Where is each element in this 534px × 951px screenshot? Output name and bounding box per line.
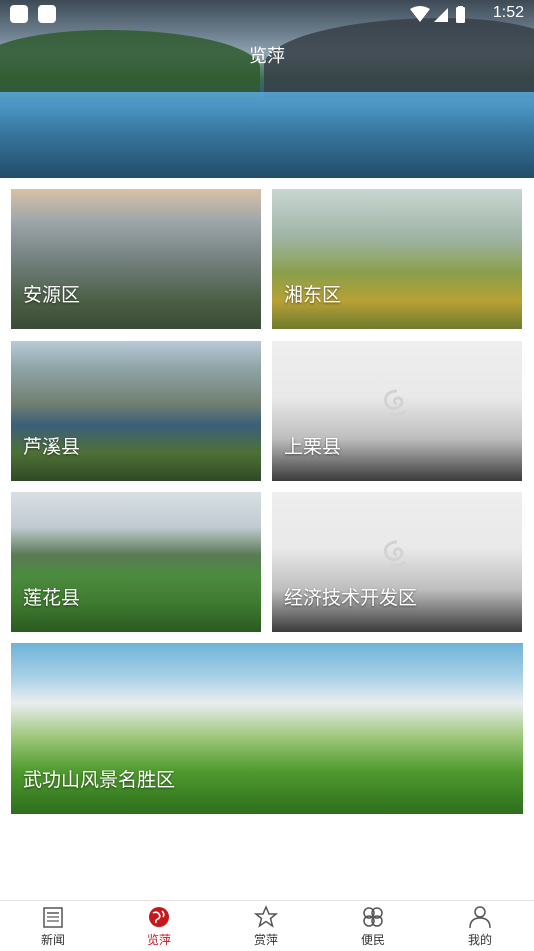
globe-icon	[149, 907, 169, 927]
status-bar: 1:52	[0, 0, 534, 28]
star-icon	[254, 905, 278, 928]
nav-label: 赏萍	[253, 933, 278, 947]
bottom-nav: 新闻 览萍 赏萍 便民 我的	[0, 900, 534, 951]
notification-icon	[10, 5, 28, 23]
notification-icon	[38, 5, 56, 23]
tile-label: 安源区	[23, 284, 81, 306]
nav-label: 我的	[467, 933, 492, 947]
clover-icon	[363, 907, 383, 927]
tile-development-zone[interactable]: 经济技术开发区	[272, 492, 522, 632]
wifi-signal-battery-icon	[410, 6, 465, 23]
page-title: 览萍	[249, 46, 285, 67]
nav-item-me[interactable]: 我的	[427, 901, 533, 951]
nav-item-news[interactable]: 新闻	[0, 901, 106, 951]
tile-xiangdong[interactable]: 湘东区	[272, 189, 522, 329]
tile-luxi[interactable]: 芦溪县	[11, 341, 261, 481]
tile-label: 武功山风景名胜区	[23, 769, 176, 791]
nav-item-appreciate[interactable]: 赏萍	[213, 901, 319, 951]
status-time: 1:52	[492, 4, 524, 21]
image-placeholder-icon	[384, 540, 407, 568]
tile-label: 莲花县	[23, 587, 81, 609]
tile-label: 芦溪县	[23, 436, 81, 458]
tile-label: 经济技术开发区	[284, 587, 418, 609]
nav-label: 览萍	[146, 933, 171, 947]
nav-item-browse[interactable]: 览萍	[106, 901, 212, 951]
image-placeholder-icon	[384, 389, 407, 417]
newspaper-icon	[43, 907, 63, 928]
tile-anyuan[interactable]: 安源区	[11, 189, 261, 329]
tile-label: 上栗县	[284, 436, 342, 458]
nav-label: 便民	[360, 933, 385, 947]
nav-item-services[interactable]: 便民	[320, 901, 426, 951]
tile-lianhua[interactable]: 莲花县	[11, 492, 261, 632]
banner-lake	[0, 92, 534, 178]
header-banner: 1:52 览萍	[0, 0, 534, 178]
status-icons	[410, 6, 472, 28]
tile-label: 湘东区	[284, 284, 342, 306]
tile-wugongshan[interactable]: 武功山风景名胜区	[11, 643, 523, 814]
tile-shangli[interactable]: 上栗县	[272, 341, 522, 481]
person-icon	[469, 906, 491, 929]
nav-label: 新闻	[40, 933, 65, 947]
